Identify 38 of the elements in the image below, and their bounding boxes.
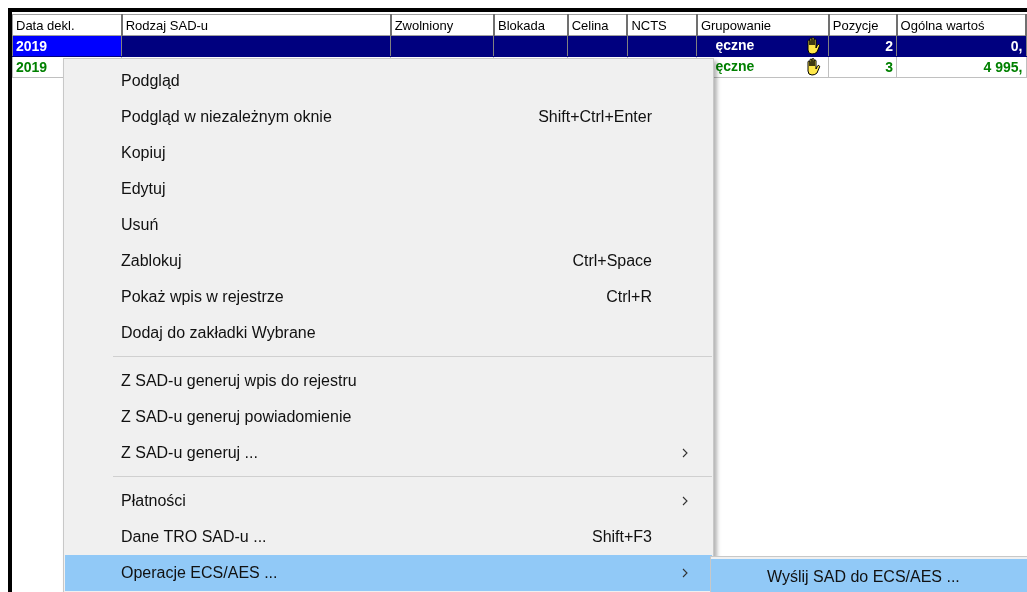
menu-item[interactable]: Operacje ECS/AES ... — [65, 555, 712, 591]
column-header[interactable]: Blokada — [494, 14, 568, 36]
shortcut-label: Shift+F3 — [591, 528, 652, 545]
column-header[interactable]: Grupowanie — [696, 14, 829, 36]
menu-item[interactable]: Kopiuj — [65, 135, 712, 171]
shortcut-label: Ctrl+Space — [572, 252, 652, 269]
table-cell-text: ęczne — [715, 36, 756, 53]
menu-item[interactable]: Edytuj — [65, 171, 712, 207]
menu-item[interactable]: Wyślij SAD do ECS/AES ... — [711, 559, 1027, 592]
table-cell: 3 — [885, 59, 894, 75]
menu-item[interactable]: Dodaj do zakładki Wybrane — [65, 315, 712, 351]
menu-item[interactable]: Podgląd w niezależnym oknie Shift+Ctrl+Enter — [65, 99, 712, 135]
menu-item[interactable]: Z SAD-u generuj wpis do rejestru — [65, 363, 712, 399]
table-cell: 2019 — [16, 59, 48, 75]
menu-item[interactable]: Z SAD-u generuj powiadomienie — [65, 399, 712, 435]
menu-item[interactable]: Pokaż wpis w rejestrze Ctrl+R — [65, 279, 712, 315]
column-header[interactable]: Pozycje — [828, 14, 897, 36]
hand-icon — [805, 58, 822, 77]
table-cell: 0, — [1010, 38, 1023, 54]
shortcut-label: Ctrl+R — [606, 288, 652, 305]
hand-icon — [805, 37, 822, 56]
column-header[interactable]: Ogólna wartoś — [896, 14, 1026, 36]
menu-item[interactable]: Zablokuj Ctrl+Space — [65, 243, 712, 279]
menu-item[interactable]: Usuń — [65, 207, 712, 243]
menu-item[interactable]: Z SAD-u generuj ... — [65, 435, 712, 471]
column-header[interactable]: Rodzaj SAD-u — [121, 14, 391, 36]
column-header[interactable]: Data dekl. — [12, 14, 122, 36]
shortcut-label: Shift+Ctrl+Enter — [538, 108, 652, 125]
table-cell: 2 — [885, 38, 894, 54]
menu-item[interactable]: Dane TRO SAD-u ... Shift+F3 — [65, 519, 712, 555]
table-cell-text: ęczne — [715, 57, 756, 74]
column-header[interactable]: NCTS — [627, 14, 697, 36]
table-row[interactable]: 2019 ęczne 2 0, — [12, 35, 1026, 57]
menu-item[interactable]: Płatności — [65, 483, 712, 519]
table-cell: 2019 — [16, 38, 48, 54]
column-header[interactable]: Zwolniony — [390, 14, 494, 36]
table-cell: 4 995, — [983, 59, 1023, 75]
column-header[interactable]: Celina — [567, 14, 628, 36]
